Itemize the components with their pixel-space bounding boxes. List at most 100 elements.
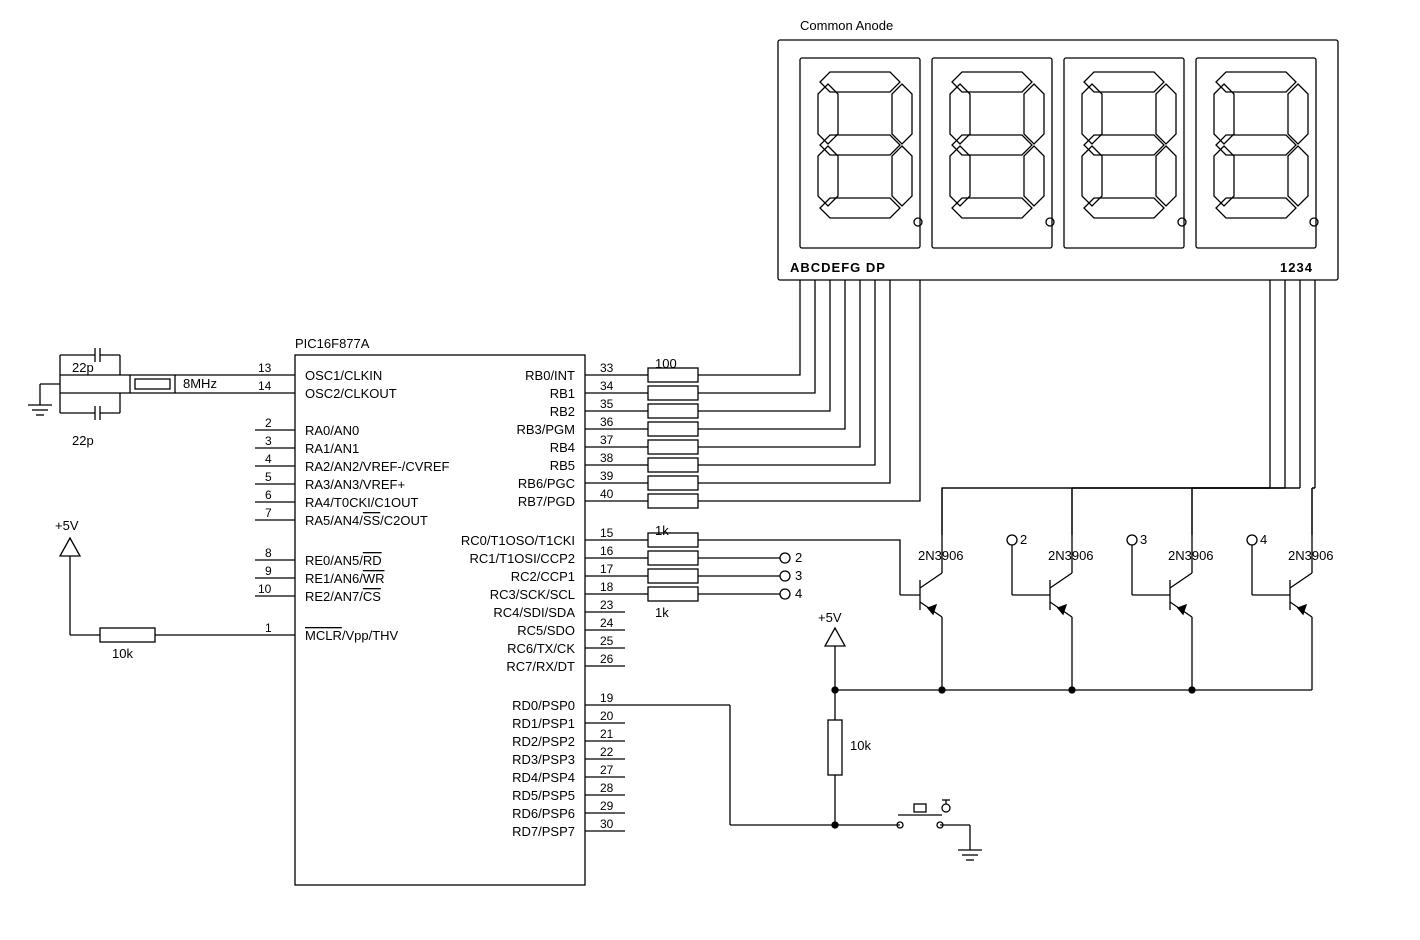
svg-text:RB7/PGD: RB7/PGD bbox=[518, 494, 575, 509]
cap2: 22p bbox=[72, 433, 94, 448]
svg-text:40: 40 bbox=[600, 487, 614, 501]
display-left-label: ABCDEFG DP bbox=[790, 260, 886, 275]
svg-text:RB4: RB4 bbox=[550, 440, 575, 455]
svg-text:22: 22 bbox=[600, 745, 614, 759]
transistor-3: 3 2N3906 bbox=[1127, 488, 1300, 690]
svg-text:14: 14 bbox=[258, 379, 272, 393]
svg-text:4: 4 bbox=[1260, 532, 1267, 547]
svg-text:6: 6 bbox=[265, 488, 272, 502]
svg-text:RE1/AN6/WR: RE1/AN6/WR bbox=[305, 571, 384, 586]
svg-text:OSC1/CLKIN: OSC1/CLKIN bbox=[305, 368, 382, 383]
svg-text:16: 16 bbox=[600, 544, 614, 558]
display-right-label: 1234 bbox=[1280, 260, 1313, 275]
svg-text:18: 18 bbox=[600, 580, 614, 594]
svg-text:RC1/T1OSI/CCP2: RC1/T1OSI/CCP2 bbox=[470, 551, 575, 566]
gnd2-icon bbox=[958, 850, 982, 860]
display-module: ABCDEFG DP 1234 bbox=[778, 40, 1338, 488]
svg-text:20: 20 bbox=[600, 709, 614, 723]
digit-2 bbox=[932, 58, 1052, 248]
mclr-pullup: +5V 10k bbox=[55, 518, 195, 661]
svg-text:7: 7 bbox=[265, 506, 272, 520]
svg-text:RE2/AN7/CS: RE2/AN7/CS bbox=[305, 589, 381, 604]
transistor-bank: 2N3906 2 2N3906 3 2N3906 4 bbox=[835, 488, 1334, 693]
pullup-r: 10k bbox=[850, 738, 871, 753]
svg-text:39: 39 bbox=[600, 469, 614, 483]
svg-text:17: 17 bbox=[600, 562, 614, 576]
svg-text:RA3/AN3/VREF+: RA3/AN3/VREF+ bbox=[305, 477, 405, 492]
svg-text:8: 8 bbox=[265, 546, 272, 560]
svg-text:RD1/PSP1: RD1/PSP1 bbox=[512, 716, 575, 731]
svg-text:28: 28 bbox=[600, 781, 614, 795]
svg-text:4: 4 bbox=[795, 586, 802, 601]
svg-text:RC0/T1OSO/T1CKI: RC0/T1OSO/T1CKI bbox=[461, 533, 575, 548]
svg-text:36: 36 bbox=[600, 415, 614, 429]
svg-text:34: 34 bbox=[600, 379, 614, 393]
svg-text:3: 3 bbox=[795, 568, 802, 583]
svg-text:RD7/PSP7: RD7/PSP7 bbox=[512, 824, 575, 839]
svg-text:2N3906: 2N3906 bbox=[1168, 548, 1214, 563]
svg-text:38: 38 bbox=[600, 451, 614, 465]
svg-text:RA4/T0CKI/C1OUT: RA4/T0CKI/C1OUT bbox=[305, 495, 418, 510]
svg-text:OSC2/CLKOUT: OSC2/CLKOUT bbox=[305, 386, 397, 401]
digit-4 bbox=[1196, 58, 1316, 248]
svg-text:4: 4 bbox=[265, 452, 272, 466]
svg-text:2N3906: 2N3906 bbox=[1288, 548, 1334, 563]
svg-text:13: 13 bbox=[258, 361, 272, 375]
digit-base-resistors: 1k 2 3 4 1k bbox=[640, 523, 900, 620]
svg-text:RD2/PSP2: RD2/PSP2 bbox=[512, 734, 575, 749]
svg-text:RB3/PGM: RB3/PGM bbox=[516, 422, 575, 437]
svg-text:1: 1 bbox=[265, 621, 272, 635]
svg-text:RC5/SDO: RC5/SDO bbox=[517, 623, 575, 638]
svg-text:RD5/PSP5: RD5/PSP5 bbox=[512, 788, 575, 803]
svg-text:37: 37 bbox=[600, 433, 614, 447]
vcc-label: +5V bbox=[55, 518, 79, 533]
svg-text:RA5/AN4/SS/C2OUT: RA5/AN4/SS/C2OUT bbox=[305, 513, 428, 528]
svg-text:2N3906: 2N3906 bbox=[1048, 548, 1094, 563]
svg-text:24: 24 bbox=[600, 616, 614, 630]
svg-text:29: 29 bbox=[600, 799, 614, 813]
svg-text:3: 3 bbox=[265, 434, 272, 448]
segment-r-value: 100 bbox=[655, 356, 677, 371]
gnd-icon bbox=[28, 405, 52, 415]
segment-resistors: 100 bbox=[640, 295, 920, 508]
svg-text:27: 27 bbox=[600, 763, 614, 777]
svg-text:RB2: RB2 bbox=[550, 404, 575, 419]
schematic: line,polyline,path,rect,polygon,circle{s… bbox=[0, 0, 1420, 940]
transistor-2: 2 2N3906 bbox=[1007, 488, 1285, 690]
svg-text:2: 2 bbox=[1020, 532, 1027, 547]
svg-text:RD6/PSP6: RD6/PSP6 bbox=[512, 806, 575, 821]
button-network: +5V 10k bbox=[730, 610, 982, 860]
svg-text:9: 9 bbox=[265, 564, 272, 578]
svg-text:RA1/AN1: RA1/AN1 bbox=[305, 441, 359, 456]
digit-r-top: 1k bbox=[655, 523, 669, 538]
svg-text:26: 26 bbox=[600, 652, 614, 666]
digit-1 bbox=[800, 58, 920, 248]
vcc-arrow-icon bbox=[60, 538, 80, 556]
svg-text:3: 3 bbox=[1140, 532, 1147, 547]
svg-text:RB0/INT: RB0/INT bbox=[525, 368, 575, 383]
svg-text:RA2/AN2/VREF-/CVREF: RA2/AN2/VREF-/CVREF bbox=[305, 459, 450, 474]
crystal-osc: 8MHz 22p 22p bbox=[28, 348, 235, 448]
mcu-left-pins: 13OSC1/CLKIN 14OSC2/CLKOUT 2RA0/AN0 3RA1… bbox=[195, 361, 450, 643]
cap1: 22p bbox=[72, 360, 94, 375]
mclr-r: 10k bbox=[112, 646, 133, 661]
svg-text:RC6/TX/CK: RC6/TX/CK bbox=[507, 641, 575, 656]
pushbutton-icon bbox=[897, 800, 950, 828]
svg-text:10: 10 bbox=[258, 582, 272, 596]
vcc2: +5V bbox=[818, 610, 842, 625]
svg-text:15: 15 bbox=[600, 526, 614, 540]
svg-text:RD4/PSP4: RD4/PSP4 bbox=[512, 770, 575, 785]
svg-text:30: 30 bbox=[600, 817, 614, 831]
svg-text:RD0/PSP0: RD0/PSP0 bbox=[512, 698, 575, 713]
svg-text:RB6/PGC: RB6/PGC bbox=[518, 476, 575, 491]
svg-text:23: 23 bbox=[600, 598, 614, 612]
svg-text:RC7/RX/DT: RC7/RX/DT bbox=[506, 659, 575, 674]
svg-text:RB5: RB5 bbox=[550, 458, 575, 473]
title: Common Anode bbox=[800, 18, 893, 33]
svg-text:25: 25 bbox=[600, 634, 614, 648]
svg-text:2: 2 bbox=[795, 550, 802, 565]
osc-freq: 8MHz bbox=[183, 376, 217, 391]
svg-text:2: 2 bbox=[265, 416, 272, 430]
svg-text:RC3/SCK/SCL: RC3/SCK/SCL bbox=[490, 587, 575, 602]
mcu-right-pins: 33RB0/INT 34RB1 35RB2 36RB3/PGM 37RB4 38… bbox=[461, 361, 730, 839]
